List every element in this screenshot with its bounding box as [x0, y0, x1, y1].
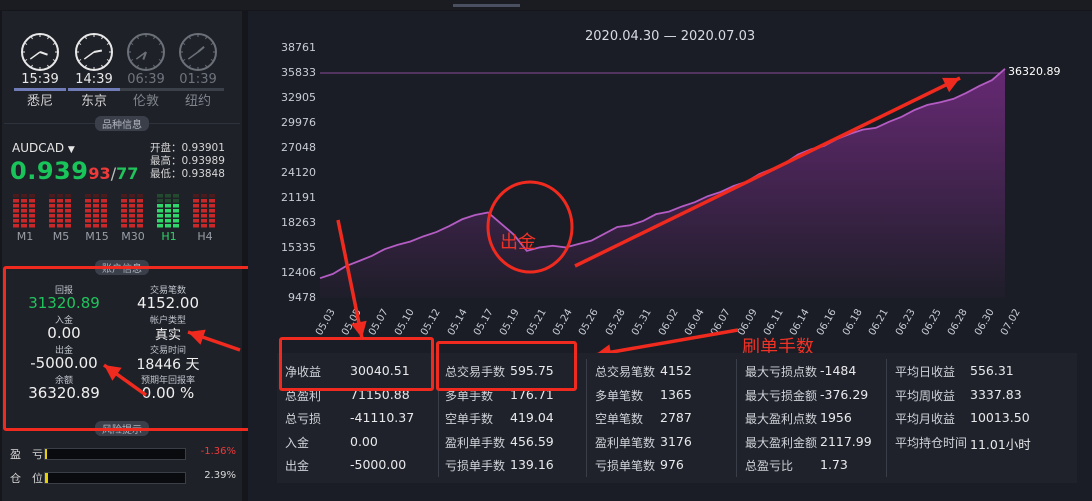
stat-label: 总亏损	[285, 412, 322, 426]
stat-value: 4152	[660, 363, 692, 378]
stat-label: 平均日收益	[895, 365, 956, 379]
stat-label: 盈利单笔数	[595, 435, 656, 450]
end-value-label: 36320.89	[1008, 65, 1061, 78]
stat-value: 419.04	[510, 410, 554, 425]
stat-label: 亏损单手数	[445, 459, 506, 473]
stat-value: -1484	[820, 363, 857, 378]
column-divider	[586, 359, 587, 477]
stat-label: 出金	[285, 459, 310, 473]
stat-label: 最大亏损金额	[745, 388, 818, 403]
annual-return-arrow	[102, 363, 148, 397]
stat-label: 盈利单手数	[445, 435, 506, 450]
stat-label: 最大亏损点数	[745, 365, 818, 379]
stat-label: 最大盈利金额	[745, 435, 818, 450]
stat-label: 最大盈利点数	[745, 412, 818, 426]
stat-value: 0.00	[350, 433, 378, 449]
column-divider	[736, 359, 737, 477]
stat-value: -5000.00	[350, 457, 407, 472]
stat-label: 总交易笔数	[595, 365, 656, 379]
stat-value: 2787	[660, 410, 692, 425]
stat-value: 456.59	[510, 433, 554, 449]
total-lots-highlight-box	[436, 341, 577, 391]
stat-value: 3176	[660, 433, 692, 449]
stat-value: 1365	[660, 386, 692, 402]
account-type-arrow	[187, 329, 241, 352]
stat-label: 多单笔数	[595, 388, 644, 403]
stat-value: 1956	[820, 410, 852, 425]
stat-value: -41110.37	[350, 410, 415, 425]
stat-value: 11.01小时	[970, 436, 1031, 452]
withdraw-annotation: 出金	[500, 232, 536, 253]
stat-value: 10013.50	[970, 410, 1030, 425]
stat-value: 976	[660, 457, 684, 472]
stat-value: -376.29	[820, 386, 869, 402]
stat-label: 入金	[285, 435, 310, 450]
net-profit-highlight-box	[279, 337, 434, 391]
stat-label: 空单笔数	[595, 412, 644, 426]
stat-label: 总盈亏比	[745, 459, 794, 473]
stat-label: 平均持仓时间	[895, 435, 968, 450]
stat-label: 平均周收益	[895, 388, 956, 403]
stat-value: 3337.83	[970, 386, 1022, 402]
stat-value: 1.73	[820, 457, 848, 472]
stat-label: 亏损单笔数	[595, 459, 656, 473]
equity-area	[320, 68, 1005, 298]
stat-label: 空单手数	[445, 412, 494, 426]
stat-label: 平均月收益	[895, 412, 956, 426]
stat-value: 556.31	[970, 363, 1014, 378]
column-divider	[886, 359, 887, 477]
stat-value: 2117.99	[820, 433, 872, 449]
stat-value: 139.16	[510, 457, 554, 472]
